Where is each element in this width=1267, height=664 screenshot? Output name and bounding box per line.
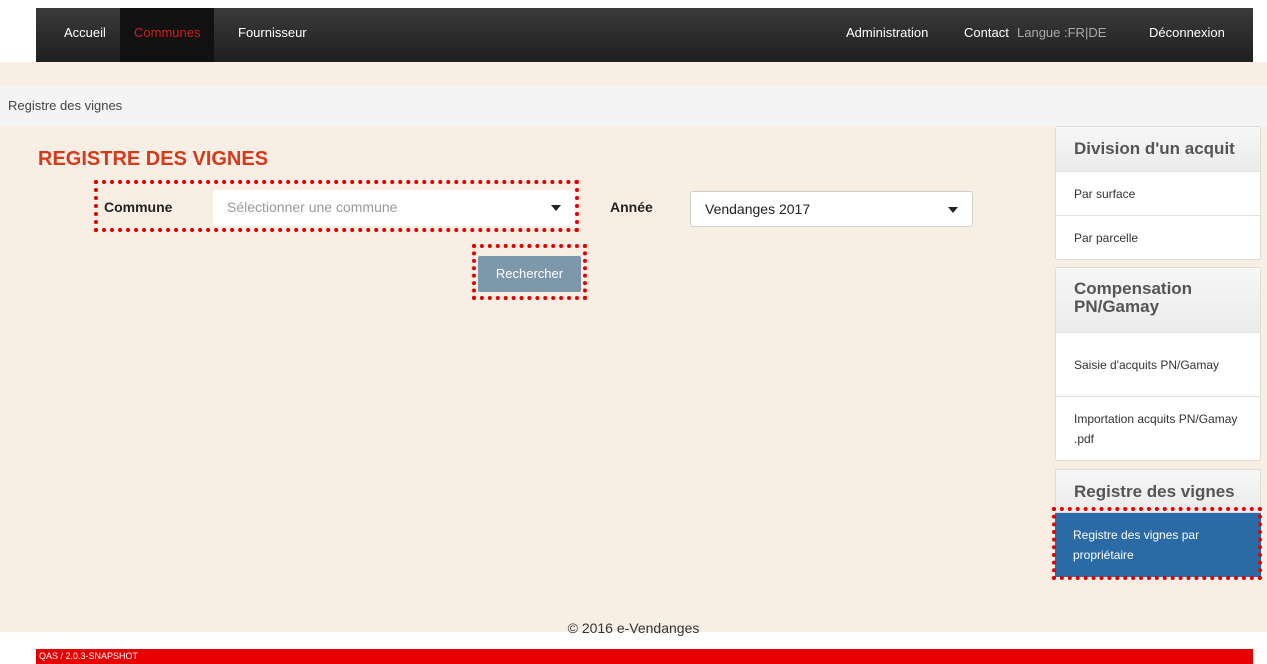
breadcrumb: Registre des vignes	[8, 98, 123, 113]
breadcrumb-bar: Registre des vignes	[0, 86, 1267, 126]
panel-header-division: Division d'un acquit	[1056, 127, 1260, 171]
panel-compensation: Compensation PN/Gamay Saisie d'acquits P…	[1055, 267, 1261, 461]
annee-value: Vendanges 2017	[705, 201, 811, 217]
annee-label: Année	[610, 199, 653, 215]
lang-de-link[interactable]: DE	[1088, 25, 1106, 40]
search-button[interactable]: Rechercher	[478, 256, 581, 292]
nav-contact[interactable]: Contact	[964, 8, 1009, 62]
footer-copyright: © 2016 e-Vendanges	[567, 620, 700, 636]
sidebar-item-par-parcelle[interactable]: Par parcelle	[1056, 215, 1260, 259]
commune-label: Commune	[104, 199, 173, 215]
sidebar-item-saisie-acquits[interactable]: Saisie d'acquits PN/Gamay	[1056, 332, 1260, 396]
page-title: REGISTRE DES VIGNES	[38, 148, 269, 170]
commune-placeholder: Sélectionner une commune	[227, 199, 398, 215]
commune-select[interactable]: Sélectionner une commune	[213, 190, 575, 226]
nav-communes[interactable]: Communes	[120, 8, 215, 62]
nav-deconnexion[interactable]: Déconnexion	[1149, 8, 1225, 62]
panel-header-compensation: Compensation PN/Gamay	[1056, 268, 1260, 332]
top-nav-bar: Accueil Communes Fournisseur Administrat…	[36, 8, 1253, 62]
chevron-down-icon	[948, 207, 958, 213]
annee-select[interactable]: Vendanges 2017	[690, 191, 973, 227]
environment-bar: QAS / 2.0.3-SNAPSHOT	[36, 649, 1253, 664]
panel-division: Division d'un acquit Par surface Par par…	[1055, 126, 1261, 260]
nav-fournisseur[interactable]: Fournisseur	[238, 8, 307, 62]
language-switcher: Langue :FR|DE	[1017, 8, 1106, 62]
lang-fr-link[interactable]: FR	[1068, 25, 1085, 40]
registre-item-highlight	[1052, 507, 1262, 580]
chevron-down-icon	[551, 205, 561, 211]
version-label: QAS / 2.0.3-SNAPSHOT	[39, 651, 139, 661]
nav-administration[interactable]: Administration	[846, 8, 928, 62]
langue-label: Langue :	[1017, 25, 1068, 40]
sidebar-item-par-surface[interactable]: Par surface	[1056, 171, 1260, 215]
nav-accueil[interactable]: Accueil	[64, 8, 106, 62]
sidebar-item-importation-acquits[interactable]: Importation acquits PN/Gamay .pdf	[1056, 396, 1260, 460]
